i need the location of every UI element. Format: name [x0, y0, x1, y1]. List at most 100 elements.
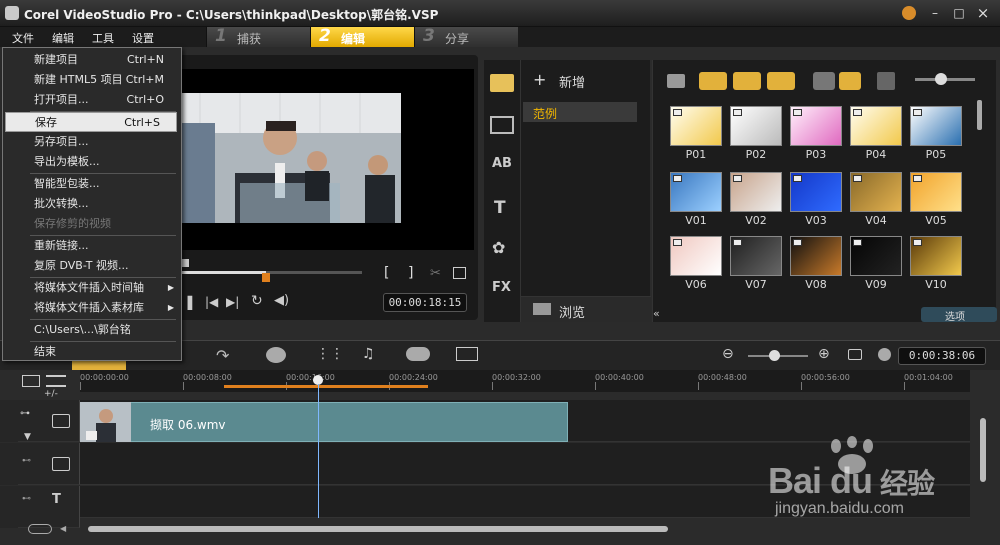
zoom-slider-handle[interactable] — [769, 350, 780, 361]
file-menu-item[interactable]: 复原 DVB-T 视频... — [2, 256, 180, 276]
add-track-button[interactable] — [28, 524, 52, 534]
zoom-in-icon[interactable]: ⊕ — [818, 346, 830, 362]
filter-icon[interactable]: FX — [492, 280, 511, 295]
menu-settings[interactable]: 设置 — [132, 30, 154, 46]
library-thumbnail[interactable] — [730, 236, 782, 276]
timeline-view-icon[interactable] — [22, 375, 40, 387]
cut-scissors-icon[interactable]: ✂ — [430, 266, 441, 281]
step-capture-tab[interactable]: 1 捕获 — [206, 26, 310, 47]
library-thumbnail[interactable] — [730, 106, 782, 146]
thumbnail-view-button[interactable] — [839, 72, 861, 90]
graphics-icon[interactable]: ✿ — [492, 238, 505, 257]
sort-icon[interactable] — [877, 72, 895, 90]
trim-marker-handle[interactable] — [262, 273, 270, 282]
close-button[interactable]: × — [974, 5, 992, 21]
folder-item-samples[interactable]: 范例 — [523, 102, 637, 122]
file-menu-item[interactable]: 将媒体文件插入素材库 ▶ — [2, 298, 180, 318]
menu-tools[interactable]: 工具 — [92, 30, 114, 46]
step-forward-icon[interactable]: ▶| — [226, 295, 239, 309]
timeline-playhead[interactable] — [318, 384, 319, 518]
file-menu-item[interactable]: 智能型包装... — [2, 174, 180, 194]
timeline-horizontal-scrollbar[interactable] — [88, 526, 668, 532]
menu-edit[interactable]: 编辑 — [52, 30, 74, 46]
add-folder-icon[interactable]: + — [533, 70, 546, 89]
media-library-icon[interactable] — [490, 74, 514, 92]
browse-button[interactable]: 浏览 — [521, 296, 651, 322]
file-menu-item[interactable]: 批次转换... — [2, 194, 180, 214]
add-remove-chapter[interactable]: +/- — [44, 389, 58, 399]
library-thumbnail[interactable] — [790, 106, 842, 146]
library-thumbnail[interactable] — [730, 172, 782, 212]
redo-icon[interactable]: ↷ — [216, 346, 229, 365]
motion-track-icon[interactable] — [406, 347, 430, 361]
auto-music-icon[interactable]: ♫ — [362, 346, 375, 362]
help-icon[interactable] — [902, 6, 916, 20]
library-thumbnail[interactable] — [670, 172, 722, 212]
file-menu-item[interactable]: 将媒体文件插入时间轴 ▶ — [2, 278, 180, 298]
record-capture-icon[interactable] — [266, 347, 286, 363]
trim-range-bar[interactable] — [224, 385, 428, 388]
show-photos-toggle[interactable] — [733, 72, 761, 90]
file-menu-item[interactable]: 导出为模板... — [2, 152, 180, 172]
title-icon[interactable]: T — [494, 198, 506, 218]
library-thumbnail[interactable] — [670, 106, 722, 146]
library-thumbnail[interactable] — [850, 236, 902, 276]
file-menu-item[interactable]: 打开项目... Ctrl+O — [2, 90, 180, 110]
sound-mixer-icon[interactable]: ⋮⋮ — [316, 346, 344, 362]
title-lock-icon[interactable]: ⊷ — [22, 494, 31, 504]
clip-name: 撷取 06.wmv — [150, 418, 226, 432]
repeat-icon[interactable]: ↻ — [251, 293, 263, 309]
project-timecode[interactable]: 0:00:38:06 — [898, 347, 986, 365]
title-track-header[interactable]: T — [18, 486, 80, 528]
library-scrollbar[interactable] — [977, 100, 982, 130]
thumbnail-size-handle[interactable] — [935, 73, 947, 85]
expand-tracks-icon[interactable]: ▼ — [24, 432, 31, 442]
ruler-tick-label: 00:01:04:00 — [904, 373, 953, 382]
step-edit-tab[interactable]: 2 编辑 — [310, 26, 414, 47]
transition-icon[interactable]: AB — [492, 156, 512, 171]
file-menu-item[interactable]: 新建项目 Ctrl+N — [2, 50, 180, 70]
ripple-edit-icon[interactable]: ⊶ — [20, 408, 30, 419]
library-thumbnail[interactable] — [850, 172, 902, 212]
library-thumbnail[interactable] — [910, 236, 962, 276]
maximize-button[interactable]: □ — [950, 5, 968, 21]
clip-timecode[interactable]: 00:00:18:15 — [383, 293, 467, 312]
minimize-button[interactable]: – — [926, 5, 944, 21]
list-view-button[interactable] — [813, 72, 835, 90]
add-folder-label[interactable]: 新增 — [559, 72, 585, 91]
library-thumbnail[interactable] — [790, 172, 842, 212]
overlay-lock-icon[interactable]: ⊷ — [22, 456, 31, 466]
library-thumbnail[interactable] — [910, 106, 962, 146]
library-thumbnail[interactable] — [790, 236, 842, 276]
library-thumbnail[interactable] — [670, 236, 722, 276]
fit-project-icon[interactable] — [848, 349, 862, 360]
file-menu-item[interactable]: 另存项目... — [2, 132, 180, 152]
step-share-tab[interactable]: 3 分享 — [414, 26, 518, 47]
show-audio-toggle[interactable] — [767, 72, 795, 90]
preview-playhead-marker[interactable] — [181, 259, 189, 267]
open-folder-icon[interactable] — [667, 74, 685, 88]
file-menu-item[interactable]: 结束 — [2, 342, 180, 362]
file-menu-item[interactable]: C:\Users\...\郭台铭 — [2, 320, 180, 340]
play-icon[interactable]: ▐ — [183, 296, 192, 310]
zoom-out-icon[interactable]: ⊖ — [722, 346, 734, 362]
timeline-scroll-left-icon[interactable]: ◀ — [60, 524, 66, 533]
track-manager-icon[interactable] — [46, 375, 66, 387]
mark-out-button[interactable]: ] — [408, 265, 413, 281]
file-menu-item[interactable]: 保存 Ctrl+S — [5, 112, 177, 132]
collapse-library-icon[interactable]: « — [653, 307, 667, 322]
subtitle-editor-icon[interactable] — [456, 347, 478, 361]
mark-in-button[interactable]: [ — [384, 265, 389, 281]
show-videos-toggle[interactable] — [699, 72, 727, 90]
file-menu-item[interactable]: 重新链接... — [2, 236, 180, 256]
file-menu-item[interactable]: 新建 HTML5 项目 Ctrl+M — [2, 70, 180, 90]
step-back-icon[interactable]: |◀ — [205, 295, 218, 309]
library-thumbnail[interactable] — [850, 106, 902, 146]
enlarge-preview-icon[interactable] — [453, 267, 466, 279]
instant-project-icon[interactable] — [490, 116, 514, 134]
library-thumbnail[interactable] — [910, 172, 962, 212]
menu-file[interactable]: 文件 — [12, 30, 34, 46]
options-button[interactable]: 选项 — [921, 307, 997, 323]
timeline-vertical-scrollbar[interactable] — [980, 418, 986, 482]
volume-icon[interactable]: ◀) — [274, 293, 289, 308]
